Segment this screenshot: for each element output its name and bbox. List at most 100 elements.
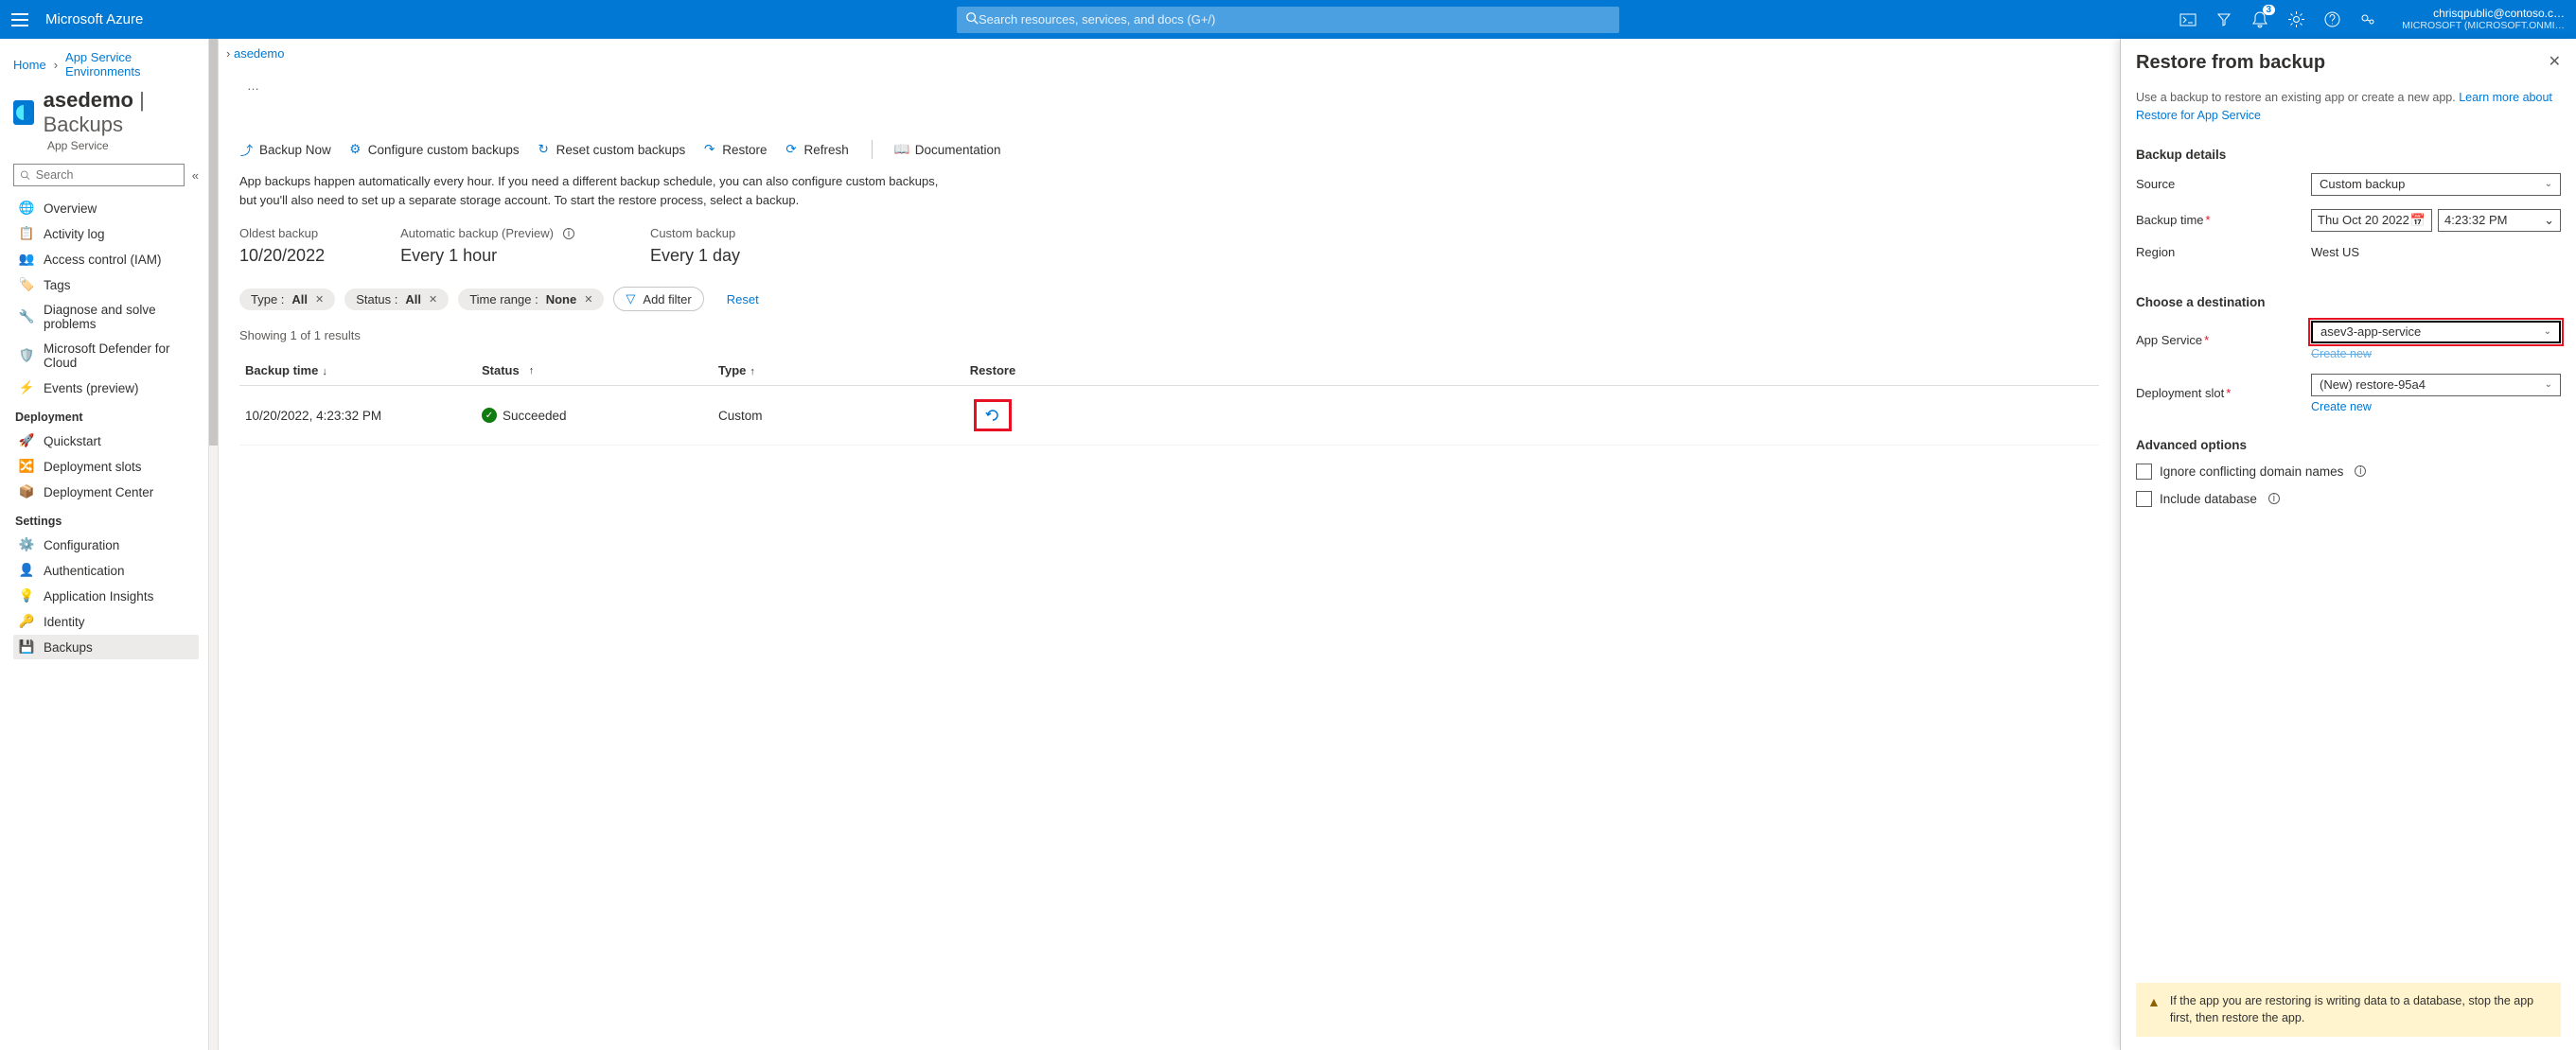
shield-icon: 🛡️ [19, 348, 34, 363]
sidebar-item-events[interactable]: ⚡Events (preview) [13, 376, 199, 400]
checkbox-icon [2136, 464, 2152, 480]
chevron-down-icon: ⌄ [2544, 213, 2554, 228]
notifications-icon[interactable]: 3 [2250, 10, 2269, 29]
chevron-down-icon: ⌄ [2545, 379, 2552, 390]
include-database-checkbox[interactable]: Include database i [2136, 491, 2561, 507]
sidebar-item-defender[interactable]: 🛡️Microsoft Defender for Cloud [13, 337, 199, 375]
sidebar-item-quickstart[interactable]: 🚀Quickstart [13, 429, 199, 453]
info-icon[interactable]: i [2268, 493, 2280, 504]
search-icon [965, 11, 979, 27]
gear-icon: ⚙ [348, 143, 362, 157]
section-backup-details: Backup details [2136, 148, 2561, 162]
add-filter-button[interactable]: ▽Add filter [613, 287, 703, 311]
slots-icon: 🔀 [19, 459, 34, 474]
stat-custom-label: Custom backup [650, 226, 740, 240]
collapse-sidebar-button[interactable]: « [192, 168, 199, 183]
close-icon[interactable]: ✕ [315, 293, 324, 306]
global-search-input[interactable] [979, 12, 1611, 26]
success-icon: ✓ [482, 408, 497, 423]
settings-icon[interactable] [2286, 10, 2305, 29]
backup-now-button[interactable]: ⤴Backup Now [239, 143, 331, 157]
sidebar-item-access-control[interactable]: 👥Access control (IAM) [13, 247, 199, 271]
panel-description: Use a backup to restore an existing app … [2136, 89, 2561, 125]
col-status[interactable]: Status↑ [482, 363, 718, 377]
sidebar-item-tags[interactable]: 🏷️Tags [13, 272, 199, 297]
chevron-right-icon: › [54, 58, 58, 72]
table-row[interactable]: 10/20/2022, 4:23:32 PM ✓Succeeded Custom [239, 386, 2099, 446]
reset-filters-link[interactable]: Reset [727, 292, 759, 306]
backup-date-picker[interactable]: Thu Oct 20 2022 📅 [2311, 209, 2432, 232]
info-icon[interactable]: i [2355, 465, 2366, 477]
create-new-app-link[interactable]: Create new [2311, 347, 2561, 360]
restore-row-button[interactable] [974, 399, 1012, 431]
help-icon[interactable] [2322, 10, 2341, 29]
more-actions-button[interactable]: … [247, 79, 259, 93]
warning-banner: ▲ If the app you are restoring is writin… [2136, 983, 2561, 1038]
sidebar-item-backups[interactable]: 💾Backups [13, 635, 199, 659]
stat-custom-value: Every 1 day [650, 246, 740, 266]
sidebar-scrollbar[interactable] [208, 39, 218, 1050]
sliders-icon: ⚙️ [19, 537, 34, 552]
stat-oldest: Oldest backup 10/20/2022 [239, 226, 325, 266]
col-backup-time[interactable]: Backup time↓ [245, 363, 482, 377]
reset-backups-button[interactable]: ↻Reset custom backups [537, 143, 686, 157]
close-icon[interactable]: ✕ [584, 293, 592, 306]
sidebar-item-identity[interactable]: 🔑Identity [13, 609, 199, 634]
account-menu[interactable]: chrisqpublic@contoso.c… MICROSOFT (MICRO… [2402, 7, 2565, 32]
sidebar-item-deployment-slots[interactable]: 🔀Deployment slots [13, 454, 199, 479]
breadcrumb: Home › App Service Environments [13, 44, 199, 88]
book-icon: 📖 [895, 143, 909, 157]
sidebar-search-box[interactable] [13, 164, 185, 186]
calendar-icon: 📅 [2410, 213, 2426, 228]
configure-backups-button[interactable]: ⚙Configure custom backups [348, 143, 520, 157]
filter-status-pill[interactable]: Status : All✕ [344, 289, 449, 310]
key-icon: 🔑 [19, 614, 34, 629]
create-new-slot-link[interactable]: Create new [2311, 400, 2561, 413]
close-icon[interactable]: ✕ [429, 293, 437, 306]
close-panel-button[interactable]: ✕ [2549, 52, 2561, 71]
sidebar-item-diagnose[interactable]: 🔧Diagnose and solve problems [13, 298, 199, 336]
person-icon: 👤 [19, 563, 34, 578]
arrow-up-icon: ↑ [529, 365, 535, 376]
breadcrumb-ase[interactable]: App Service Environments [65, 50, 199, 79]
stat-auto: Automatic backup (Preview)i Every 1 hour [400, 226, 574, 266]
feedback-icon[interactable] [2358, 10, 2377, 29]
sidebar-item-deployment-center[interactable]: 📦Deployment Center [13, 480, 199, 504]
breadcrumb-home[interactable]: Home [13, 58, 46, 72]
sidebar-item-activity-log[interactable]: 📋Activity log [13, 221, 199, 246]
sidebar-item-app-insights[interactable]: 💡Application Insights [13, 584, 199, 608]
refresh-button[interactable]: ⟳Refresh [784, 143, 848, 157]
sidebar-item-authentication[interactable]: 👤Authentication [13, 558, 199, 583]
backup-time-picker[interactable]: 4:23:32 PM ⌄ [2438, 209, 2561, 232]
people-icon: 👥 [19, 252, 34, 267]
ignore-domain-checkbox[interactable]: Ignore conflicting domain names i [2136, 464, 2561, 480]
appservice-label: App Service [2136, 333, 2202, 347]
info-icon[interactable]: i [563, 228, 574, 239]
slot-dropdown[interactable]: (New) restore-95a4 ⌄ [2311, 374, 2561, 396]
global-search-box[interactable] [957, 7, 1619, 33]
panel-title: Restore from backup [2136, 52, 2325, 74]
bolt-icon: ⚡ [19, 380, 34, 395]
refresh-icon: ⟳ [784, 143, 798, 157]
filter-type-pill[interactable]: Type : All✕ [239, 289, 335, 310]
backup-table-header: Backup time↓ Status↑ Type↑ Restore [239, 356, 2099, 386]
restore-button[interactable]: ↷Restore [702, 143, 767, 157]
documentation-button[interactable]: 📖Documentation [895, 143, 1001, 157]
sidebar-search-input[interactable] [36, 168, 178, 182]
info-text: App backups happen automatically every h… [239, 172, 959, 209]
restore-panel: Restore from backup ✕ Use a backup to re… [2120, 39, 2576, 1050]
checkbox-icon [2136, 491, 2152, 507]
filter-timerange-pill[interactable]: Time range : None✕ [458, 289, 604, 310]
col-type[interactable]: Type↑ [718, 363, 955, 377]
cell-type: Custom [718, 409, 955, 423]
hamburger-menu-icon[interactable] [11, 13, 28, 26]
sidebar-item-configuration[interactable]: ⚙️Configuration [13, 533, 199, 557]
source-dropdown[interactable]: Custom backup ⌄ [2311, 173, 2561, 196]
filter-icon[interactable] [2214, 10, 2233, 29]
sidebar-item-overview[interactable]: 🌐Overview [13, 196, 199, 220]
region-label: Region [2136, 245, 2311, 259]
appservice-dropdown[interactable]: asev3-app-service ⌄ [2311, 321, 2561, 343]
stat-oldest-value: 10/20/2022 [239, 246, 325, 266]
globe-icon: 🌐 [19, 201, 34, 216]
cloud-shell-icon[interactable] [2179, 10, 2197, 29]
